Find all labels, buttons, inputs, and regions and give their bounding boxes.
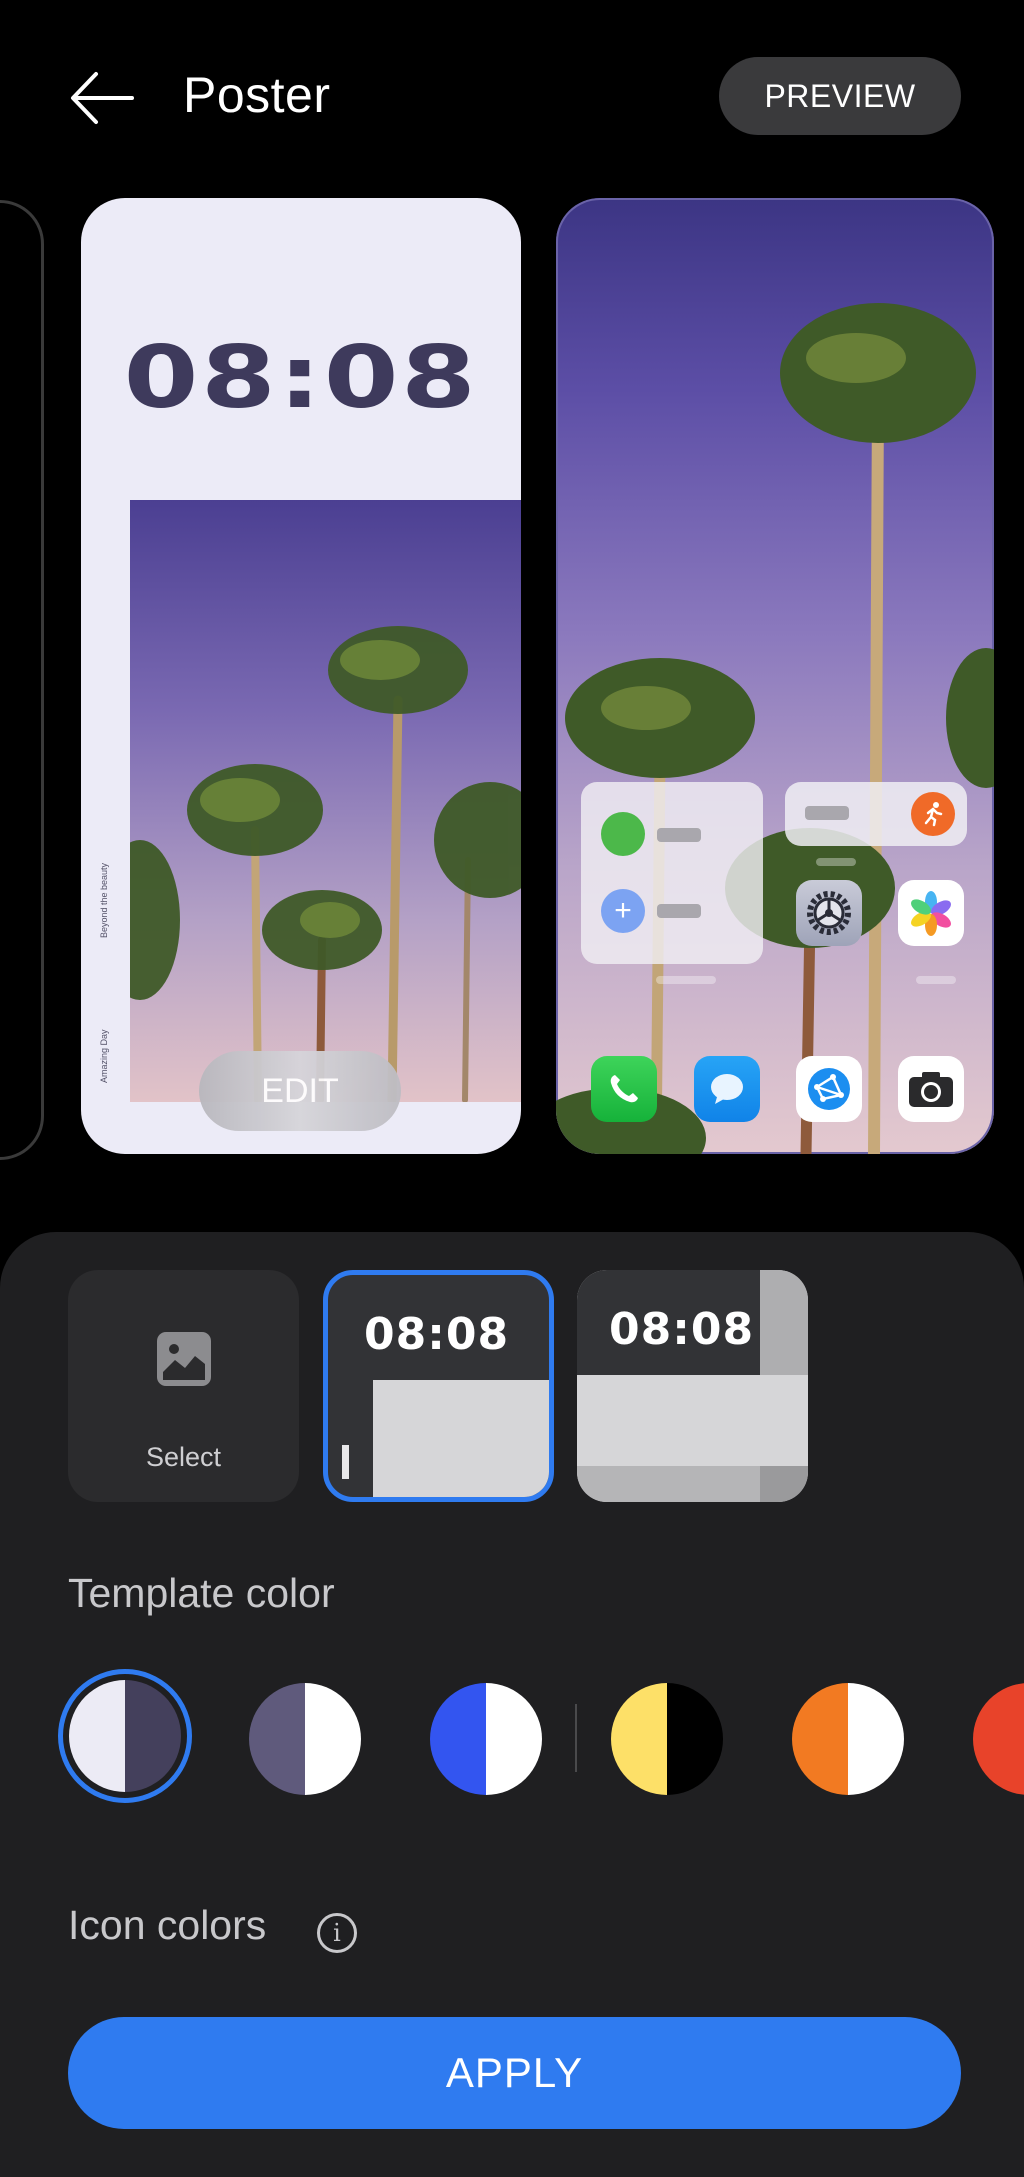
swatch-left bbox=[611, 1683, 667, 1795]
lockscreen-poster-card[interactable]: 08:08 Beyond the beauty Amazing Day EDIT bbox=[81, 198, 521, 1154]
messages-icon[interactable] bbox=[694, 1056, 760, 1122]
placeholder-bar bbox=[657, 828, 701, 842]
template-clock: 08:08 bbox=[609, 1304, 755, 1355]
swatch-left bbox=[69, 1680, 125, 1792]
arrow-left-icon bbox=[71, 72, 134, 124]
swatch-right bbox=[305, 1683, 361, 1795]
green-status-dot bbox=[601, 812, 645, 856]
settings-panel: Select 08:08 08:08 Template color Icon c… bbox=[0, 1232, 1024, 2177]
label-placeholder bbox=[656, 976, 716, 984]
select-label: Select bbox=[145, 1442, 222, 1472]
previous-card[interactable] bbox=[0, 200, 44, 1160]
phone-icon[interactable] bbox=[591, 1056, 657, 1122]
icon-colors-label: Icon colors bbox=[68, 1902, 267, 1948]
settings-icon[interactable] bbox=[796, 880, 862, 946]
placeholder-bar bbox=[657, 904, 701, 918]
browser-icon[interactable] bbox=[796, 1056, 862, 1122]
swatch-right bbox=[667, 1683, 723, 1795]
poster-clock: 08:08 bbox=[123, 328, 479, 428]
color-swatch-3[interactable] bbox=[430, 1683, 542, 1795]
template-clock: 08:08 bbox=[364, 1309, 510, 1360]
page-title: Poster bbox=[183, 67, 331, 123]
camera-icon[interactable] bbox=[898, 1056, 964, 1122]
running-icon bbox=[911, 792, 955, 836]
placeholder-bar bbox=[805, 806, 849, 820]
swatch-left bbox=[792, 1683, 848, 1795]
health-widget[interactable] bbox=[785, 782, 967, 846]
template-image-block bbox=[373, 1380, 549, 1497]
poster-photo bbox=[130, 500, 521, 1102]
label-placeholder bbox=[916, 976, 956, 984]
template-option-1[interactable]: 08:08 bbox=[323, 1270, 554, 1502]
back-button[interactable] bbox=[68, 70, 134, 126]
template-footer-block bbox=[577, 1466, 760, 1502]
palm-trees-image bbox=[130, 626, 521, 1102]
info-icon[interactable]: i bbox=[317, 1913, 357, 1953]
gallery-icon[interactable] bbox=[898, 880, 964, 946]
color-swatch-5[interactable] bbox=[792, 1683, 904, 1795]
template-color-label: Template color bbox=[68, 1570, 335, 1616]
label-placeholder bbox=[816, 858, 856, 866]
swatch-left bbox=[249, 1683, 305, 1795]
swatch-left bbox=[430, 1683, 486, 1795]
apply-button[interactable]: APPLY bbox=[68, 2017, 961, 2129]
color-swatch-1[interactable] bbox=[69, 1680, 181, 1792]
poster-caption-bottom: Amazing Day bbox=[99, 1029, 109, 1083]
homescreen-preview-card[interactable]: + bbox=[556, 198, 994, 1154]
template-caption-bar bbox=[342, 1445, 349, 1479]
color-swatch-2[interactable] bbox=[249, 1683, 361, 1795]
swatch-right bbox=[848, 1683, 904, 1795]
image-icon bbox=[157, 1332, 211, 1386]
swatch-right bbox=[125, 1680, 181, 1792]
color-swatch-6[interactable] bbox=[973, 1683, 1024, 1795]
template-side-block bbox=[760, 1270, 808, 1375]
select-image-button[interactable]: Select bbox=[68, 1270, 299, 1502]
template-footer-side-block bbox=[760, 1466, 808, 1502]
color-swatch-4[interactable] bbox=[611, 1683, 723, 1795]
contacts-widget[interactable]: + bbox=[581, 782, 763, 964]
poster-caption-top: Beyond the beauty bbox=[99, 862, 109, 938]
poster-carousel[interactable]: 08:08 Beyond the beauty Amazing Day EDIT… bbox=[0, 190, 1024, 1180]
header: Poster PREVIEW bbox=[0, 0, 1024, 190]
swatch-left bbox=[973, 1683, 1024, 1795]
template-option-2[interactable]: 08:08 bbox=[577, 1270, 808, 1502]
edit-button[interactable]: EDIT bbox=[199, 1051, 401, 1131]
add-contact-icon[interactable]: + bbox=[601, 889, 645, 933]
swatch-divider bbox=[575, 1704, 577, 1772]
swatch-right bbox=[486, 1683, 542, 1795]
preview-button[interactable]: PREVIEW bbox=[719, 57, 961, 135]
